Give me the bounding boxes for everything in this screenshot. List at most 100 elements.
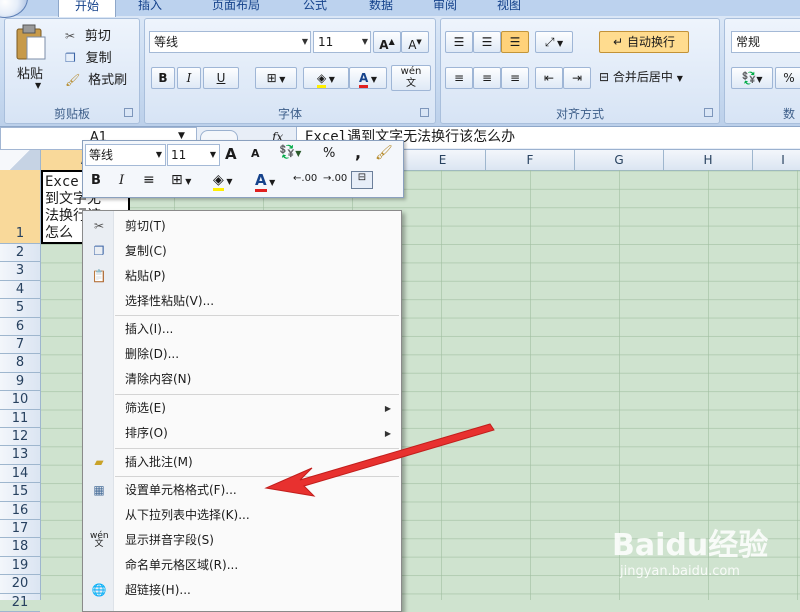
grow-font-button[interactable]: A▲ (373, 31, 401, 53)
tab-view[interactable]: 视图 (484, 0, 534, 16)
tab-insert[interactable]: 插入 (128, 0, 172, 16)
tab-formulas[interactable]: 公式 (290, 0, 340, 16)
menu-item-hyperlink[interactable]: 🌐 超链接(H)... (83, 578, 401, 603)
row-header-20[interactable]: 20 (0, 575, 40, 594)
mini-format-painter-icon[interactable]: 🖌 (375, 145, 393, 161)
tab-page-layout[interactable]: 页面布局 (196, 0, 276, 16)
shrink-font-button[interactable]: A▼ (401, 31, 429, 53)
menu-item-sort[interactable]: 排序(O) ▶ (83, 421, 401, 446)
row-header-12[interactable]: 12 (0, 428, 40, 447)
menu-item-copy[interactable]: ❐ 复制(C) (83, 239, 401, 264)
row-header-21[interactable]: 21 (0, 594, 40, 612)
align-top-button[interactable]: ☰ (445, 31, 473, 53)
mini-border-icon[interactable]: ⊞ ▼ (171, 172, 191, 188)
align-middle-button[interactable]: ☰ (473, 31, 501, 53)
copy-button[interactable]: ❐ 复制 (65, 47, 135, 66)
font-size-combo[interactable]: 11 ▼ (313, 31, 371, 53)
mini-italic-button[interactable]: I (119, 173, 124, 188)
menu-item-show-phonetic[interactable]: wén 文 显示拼音字段(S) (83, 528, 401, 553)
border-button[interactable]: ⊞ ▼ (255, 67, 297, 89)
row-header-16[interactable]: 16 (0, 502, 40, 520)
row-header-14[interactable]: 14 (0, 465, 40, 484)
column-header-f[interactable]: F (486, 150, 575, 170)
mini-size-combo[interactable]: 11 ▼ (167, 144, 220, 166)
column-header-g[interactable]: G (575, 150, 664, 170)
underline-button[interactable]: U (203, 67, 239, 89)
row-header-11[interactable]: 11 (0, 410, 40, 428)
row-header-2[interactable]: 2 (0, 244, 40, 263)
bold-button[interactable]: B (151, 67, 175, 89)
row-header-19[interactable]: 19 (0, 557, 40, 576)
menu-item-insert[interactable]: 插入(I)... (83, 317, 401, 342)
alignment-dialog-launcher[interactable] (704, 108, 713, 117)
wrap-text-button[interactable]: ↵ 自动换行 (599, 31, 689, 53)
column-header-i[interactable]: I (753, 150, 800, 170)
mini-grow-font-button[interactable]: A (225, 145, 237, 163)
clipboard-dialog-launcher[interactable] (124, 108, 133, 117)
merge-center-button[interactable]: ⊟ 合并后居中 ▼ (599, 67, 717, 87)
decrease-indent-button[interactable]: ⇤ (535, 67, 563, 89)
row-header-10[interactable]: 10 (0, 391, 40, 410)
paste-icon[interactable] (13, 23, 49, 63)
row-header-18[interactable]: 18 (0, 538, 40, 557)
align-right-button[interactable]: ≡ (501, 67, 529, 89)
column-header-h[interactable]: H (664, 150, 753, 170)
row-header-6[interactable]: 6 (0, 318, 40, 336)
menu-item-paste-special[interactable]: 选择性粘贴(V)... (83, 289, 401, 314)
column-header-e[interactable]: E (400, 150, 486, 170)
menu-item-delete[interactable]: 删除(D)... (83, 342, 401, 367)
font-name-combo[interactable]: 等线 ▼ (149, 31, 311, 53)
row-header-15[interactable]: 15 (0, 483, 40, 502)
percent-button[interactable]: % (775, 67, 800, 89)
align-center-button[interactable]: ≡ (473, 67, 501, 89)
menu-item-paste[interactable]: 📋 粘贴(P) (83, 264, 401, 289)
chevron-down-icon[interactable]: ▼ (35, 81, 41, 90)
fill-color-button[interactable]: ◈ ▼ (303, 67, 349, 89)
menu-item-filter[interactable]: 筛选(E) ▶ (83, 396, 401, 421)
mini-bold-button[interactable]: B (91, 173, 101, 188)
row-header-17[interactable]: 17 (0, 520, 40, 539)
decrease-decimal-button[interactable]: →.00 (323, 173, 347, 184)
menu-item-clear-contents[interactable]: 清除内容(N) (83, 367, 401, 392)
italic-button[interactable]: I (177, 67, 201, 89)
mini-font-combo[interactable]: 等线 ▼ (85, 144, 166, 166)
paste-button[interactable]: 粘贴 (17, 63, 43, 82)
format-painter-button[interactable]: 🖌 格式刷 (65, 69, 139, 88)
mini-shrink-font-button[interactable]: A (251, 147, 260, 160)
row-header-3[interactable]: 3 (0, 262, 40, 281)
row-header-7[interactable]: 7 (0, 336, 40, 355)
increase-decimal-button[interactable]: ←.00 (293, 173, 317, 184)
currency-button[interactable]: 💱▼ (731, 67, 773, 89)
phonetic-button[interactable]: wén 文 (391, 65, 431, 91)
merge-cells-icon[interactable]: ⊟ (351, 171, 373, 189)
align-left-button[interactable]: ≡ (445, 67, 473, 89)
align-bottom-button[interactable]: ☰ (501, 31, 529, 53)
menu-item-insert-comment[interactable]: ▰ 插入批注(M) (83, 450, 401, 475)
mini-fill-color-button[interactable]: ◈ ▼ (213, 172, 232, 191)
tab-data[interactable]: 数据 (356, 0, 406, 16)
tab-home[interactable]: 开始 (58, 0, 116, 17)
menu-item-pick-from-list[interactable]: 从下拉列表中选择(K)... (83, 503, 401, 528)
row-header-4[interactable]: 4 (0, 281, 40, 300)
mini-align-center-icon[interactable]: ≡ (143, 172, 155, 188)
row-header-13[interactable]: 13 (0, 446, 40, 465)
menu-item-format-cells[interactable]: ▦ 设置单元格格式(F)... (83, 478, 401, 503)
mini-font-color-button[interactable]: A ▼ (255, 171, 275, 192)
font-dialog-launcher[interactable] (420, 108, 429, 117)
mini-comma-button[interactable]: , (355, 143, 361, 162)
row-header-9[interactable]: 9 (0, 373, 40, 392)
number-format-combo[interactable]: 常规 (731, 31, 800, 53)
select-all-button[interactable] (0, 150, 41, 170)
font-color-button[interactable]: A ▼ (349, 67, 387, 89)
mini-percent-button[interactable]: % (323, 146, 335, 161)
increase-indent-button[interactable]: ⇥ (563, 67, 591, 89)
tab-review[interactable]: 审阅 (420, 0, 470, 16)
menu-item-name-range[interactable]: 命名单元格区域(R)... (83, 553, 401, 578)
row-header-1[interactable]: 1 (0, 170, 40, 244)
orientation-button[interactable]: ⤢ ▼ (535, 31, 573, 53)
cut-button[interactable]: ✂ 剪切 (65, 25, 135, 44)
menu-item-cut[interactable]: ✂ 剪切(T) (83, 214, 401, 239)
row-header-8[interactable]: 8 (0, 354, 40, 373)
row-header-5[interactable]: 5 (0, 299, 40, 318)
mini-currency-button[interactable]: 💱▼ (279, 145, 301, 160)
